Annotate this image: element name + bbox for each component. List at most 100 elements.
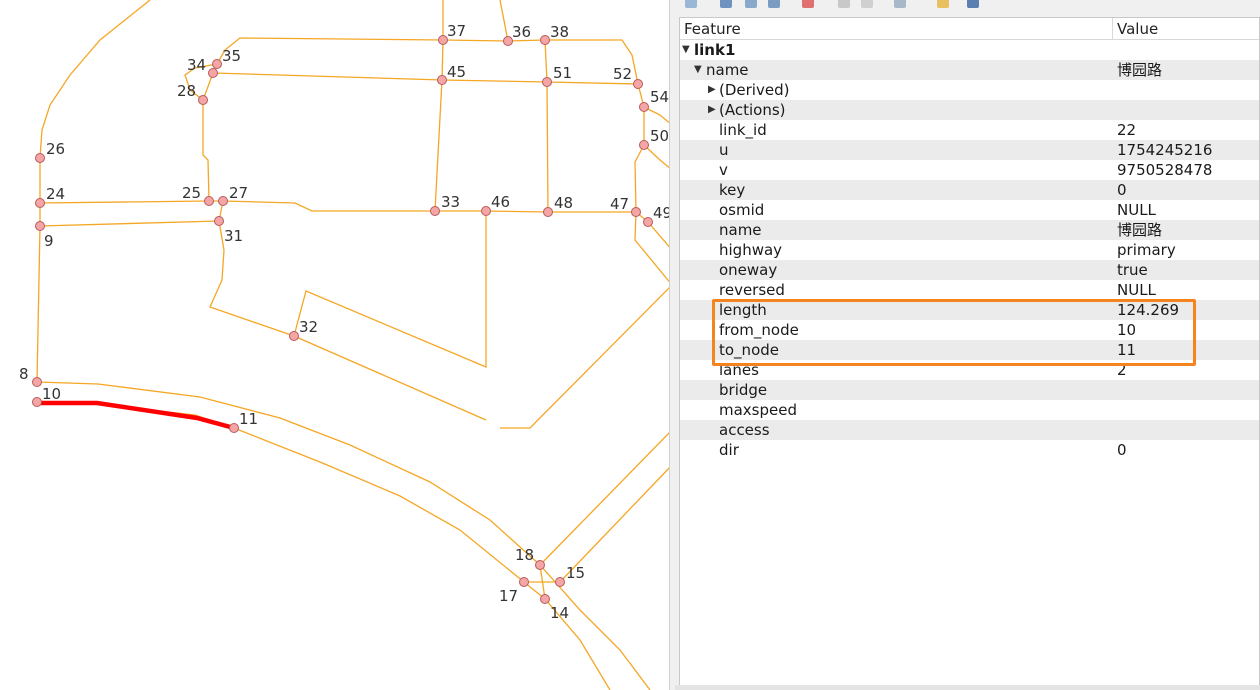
identify-mode-icon[interactable] (894, 0, 906, 8)
tree-row[interactable]: v 9750528478 (680, 160, 1259, 180)
feature-cell: v (719, 161, 728, 179)
tree-row[interactable]: ▼ link1 (680, 40, 1259, 60)
tree-row[interactable]: dir 0 (680, 440, 1259, 460)
node-label-35: 35 (222, 47, 241, 65)
node-8[interactable] (32, 377, 42, 387)
node-label-48: 48 (554, 194, 573, 212)
expand-arrow-icon[interactable]: ▶ (708, 100, 716, 120)
node-25[interactable] (204, 196, 214, 206)
tree-row[interactable]: access (680, 420, 1259, 440)
value-cell: 博园路 (1117, 61, 1163, 79)
node-26[interactable] (35, 153, 45, 163)
tree-row[interactable]: osmid NULL (680, 200, 1259, 220)
tree-row[interactable]: link_id 22 (680, 120, 1259, 140)
tree-row[interactable]: oneway true (680, 260, 1259, 280)
node-31[interactable] (214, 216, 224, 226)
node-points (32, 35, 653, 604)
feature-column-header[interactable]: Feature (684, 20, 741, 38)
node-34[interactable] (212, 59, 222, 69)
feature-cell: bridge (719, 381, 768, 399)
node-label-9: 9 (44, 232, 54, 250)
node-label-54: 54 (650, 88, 669, 106)
collapse-arrow-icon[interactable]: ▼ (694, 60, 702, 80)
tree-row[interactable]: reversed NULL (680, 280, 1259, 300)
tree-row[interactable]: highway primary (680, 240, 1259, 260)
feature-cell: reversed (719, 281, 785, 299)
node-28[interactable] (198, 95, 208, 105)
value-cell: primary (1117, 241, 1176, 259)
node-17[interactable] (519, 577, 529, 587)
road-line (36, 381, 651, 690)
feature-cell: oneway (719, 261, 778, 279)
node-14[interactable] (540, 594, 550, 604)
node-9[interactable] (35, 221, 45, 231)
feature-cell: highway (719, 241, 783, 259)
node-label-25: 25 (182, 184, 201, 202)
clear-results-icon[interactable] (802, 0, 814, 8)
node-11[interactable] (229, 423, 239, 433)
expand-new-icon[interactable] (745, 0, 757, 8)
map-canvas[interactable]: 37 36 38 34 35 45 51 52 54 28 50 26 24 25 27 33 46 48 47 49… (0, 0, 672, 690)
road-network-map[interactable]: 37 36 3834 3545 51 525428502624 25 27 33 46 48 47 49… (0, 0, 672, 690)
tree-row[interactable]: ▶ (Derived) (680, 80, 1259, 100)
node-24[interactable] (35, 198, 45, 208)
selected-link[interactable] (34, 400, 237, 431)
value-cell: true (1117, 261, 1148, 279)
node-52[interactable] (633, 79, 643, 89)
feature-cell: access (719, 421, 770, 439)
copy-feature-icon[interactable] (838, 0, 850, 8)
collapse-arrow-icon[interactable]: ▼ (682, 40, 690, 60)
node-49[interactable] (643, 217, 653, 227)
node-38[interactable] (540, 35, 550, 45)
tree-row[interactable]: ▶ (Actions) (680, 100, 1259, 120)
tree-row[interactable]: maxspeed (680, 400, 1259, 420)
value-column-header[interactable]: Value (1117, 20, 1158, 38)
road-line (643, 144, 672, 171)
node-label-15: 15 (566, 564, 585, 582)
node-33[interactable] (430, 206, 440, 216)
node-48[interactable] (543, 207, 553, 217)
tree-row[interactable]: key 0 (680, 180, 1259, 200)
tree-row[interactable]: u 1754245216 (680, 140, 1259, 160)
expand-tree-icon[interactable] (685, 0, 697, 8)
road-line (634, 211, 672, 286)
node-label-27: 27 (229, 184, 248, 202)
node-label-26: 26 (46, 140, 65, 158)
road-line (39, 0, 151, 159)
node-46[interactable] (481, 206, 491, 216)
node-label-10: 10 (42, 385, 61, 403)
value-cell: 0 (1117, 441, 1127, 459)
feature-cell: u (719, 141, 729, 159)
node-10[interactable] (32, 397, 42, 407)
tree-header: Feature Value (680, 18, 1259, 40)
value-cell: NULL (1117, 281, 1156, 299)
node-label-51: 51 (553, 64, 572, 82)
node-35[interactable] (208, 68, 218, 78)
column-separator[interactable] (1112, 18, 1113, 40)
feature-cell: name (706, 61, 749, 79)
node-18[interactable] (535, 560, 545, 570)
road-line (39, 220, 220, 227)
node-15[interactable] (555, 577, 565, 587)
value-cell: 博园路 (1117, 221, 1163, 239)
identify-options-icon[interactable] (937, 0, 949, 8)
node-51[interactable] (542, 77, 552, 87)
feature-cell: link_id (719, 121, 767, 139)
tree-row[interactable]: ▼ name 博园路 (680, 60, 1259, 80)
tree-row[interactable]: name 博园路 (680, 220, 1259, 240)
collapse-tree-icon[interactable] (720, 0, 732, 8)
panel-toolbar (675, 0, 1260, 14)
node-32[interactable] (289, 331, 299, 341)
print-icon[interactable] (861, 0, 873, 8)
node-label-36: 36 (512, 23, 531, 41)
node-47[interactable] (631, 207, 641, 217)
node-27[interactable] (218, 196, 228, 206)
node-54[interactable] (639, 102, 649, 112)
help-icon[interactable] (967, 0, 979, 8)
node-50[interactable] (639, 140, 649, 150)
expand-arrow-icon[interactable]: ▶ (708, 80, 716, 100)
tree-row[interactable]: bridge (680, 380, 1259, 400)
select-features-icon[interactable] (768, 0, 780, 8)
node-45[interactable] (437, 75, 447, 85)
value-cell: 9750528478 (1117, 161, 1213, 179)
